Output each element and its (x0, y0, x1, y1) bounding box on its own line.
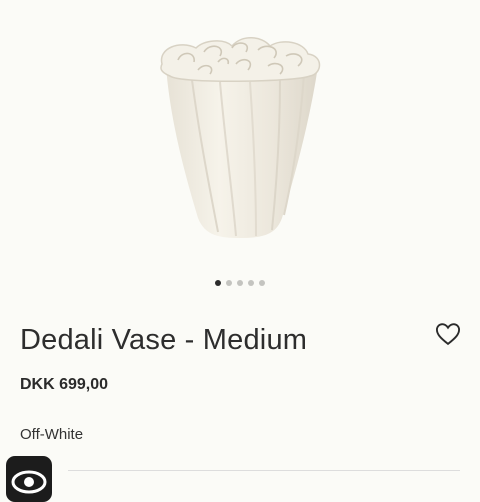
gallery-dot[interactable] (259, 280, 265, 286)
product-title: Dedali Vase - Medium (20, 324, 308, 356)
accessibility-button[interactable] (6, 456, 52, 502)
vase-image (160, 37, 321, 238)
variant-selector[interactable] (68, 470, 460, 485)
wishlist-button[interactable] (434, 320, 462, 348)
gallery-dot[interactable] (215, 280, 221, 286)
gallery-pagination (0, 280, 480, 286)
product-price: DKK 699,00 (20, 376, 109, 393)
gallery-dot[interactable] (226, 280, 232, 286)
eye-icon (11, 470, 47, 494)
gallery-dot[interactable] (237, 280, 243, 286)
product-color: Off-White (20, 426, 84, 443)
gallery-dot[interactable] (248, 280, 254, 286)
product-image-gallery[interactable] (0, 0, 480, 270)
heart-outline-icon (435, 323, 461, 346)
